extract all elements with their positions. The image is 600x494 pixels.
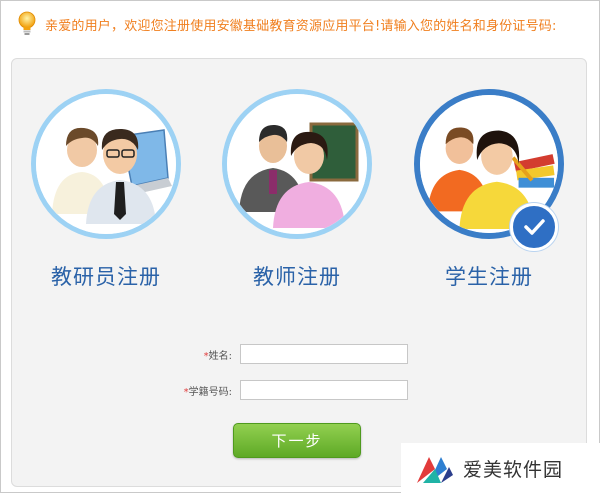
student-id-row: *学籍号码:	[162, 380, 408, 400]
watermark-logo-icon	[417, 456, 453, 483]
teacher-avatar-ring	[222, 89, 372, 239]
student-id-input[interactable]	[240, 380, 408, 400]
registration-page: 亲爱的用户，欢迎您注册使用安徽基础教育资源应用平台!请输入您的姓名和身份证号码:	[0, 0, 600, 494]
selected-check-icon	[510, 203, 558, 251]
teacher-researcher-avatar-ring	[31, 89, 181, 239]
lightbulb-icon	[18, 11, 36, 35]
role-label-teacher: 教师注册	[253, 265, 341, 289]
watermark-text: 爱美软件园	[463, 459, 564, 481]
role-student[interactable]: 学生注册	[411, 89, 567, 291]
teacher-avatar-icon	[227, 94, 367, 234]
name-row: *姓名:	[162, 344, 408, 364]
name-input[interactable]	[240, 344, 408, 364]
student-id-label: *学籍号码:	[162, 383, 232, 398]
role-teacher[interactable]: 教师注册	[219, 89, 375, 291]
registration-panel: 教研员注册 教师注册 学生注册 *姓名: *学籍号码: 下一步	[11, 58, 587, 487]
notice-text: 亲爱的用户，欢迎您注册使用安徽基础教育资源应用平台!请输入您的姓名和身份证号码:	[45, 18, 557, 34]
role-label-student: 学生注册	[445, 265, 533, 289]
student-id-label-text: 学籍号码:	[188, 386, 232, 398]
teacher-researcher-avatar-icon	[36, 94, 176, 234]
watermark: 爱美软件园	[401, 443, 600, 494]
name-label-text: 姓名:	[208, 350, 232, 362]
role-teacher-researcher[interactable]: 教研员注册	[28, 89, 184, 291]
notice-bar: 亲爱的用户，欢迎您注册使用安徽基础教育资源应用平台!请输入您的姓名和身份证号码:	[17, 11, 557, 37]
name-label: *姓名:	[162, 347, 232, 362]
next-button[interactable]: 下一步	[233, 423, 361, 458]
role-label-teacher-researcher: 教研员注册	[51, 265, 161, 289]
